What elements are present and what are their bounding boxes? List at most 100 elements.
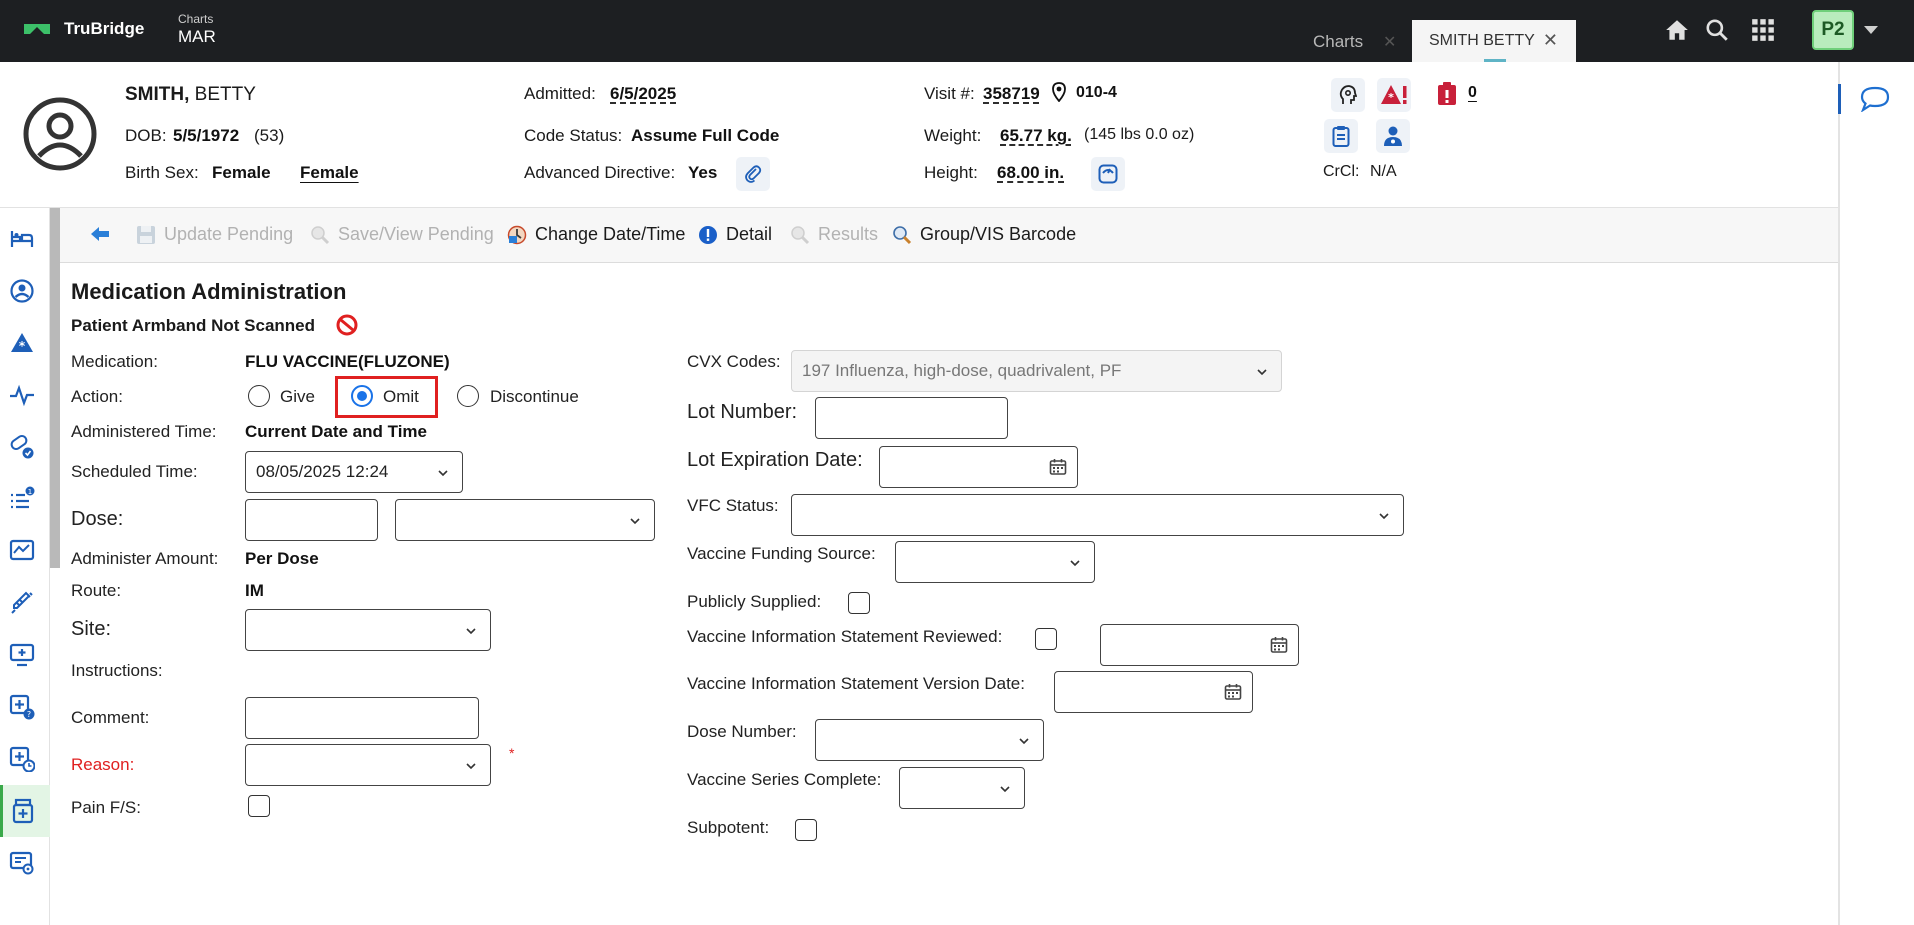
care-team-button[interactable] <box>1376 119 1410 153</box>
close-icon[interactable]: ✕ <box>1383 32 1396 52</box>
save-view-pending-button[interactable]: Save/View Pending <box>310 224 494 245</box>
back-button[interactable] <box>90 224 110 244</box>
nav-alerts[interactable]: * <box>0 317 50 369</box>
code-status-label: Code Status: <box>524 126 623 145</box>
vis-reviewed-date-input[interactable] <box>1100 624 1299 666</box>
action-discontinue-label[interactable]: Discontinue <box>490 387 579 407</box>
calendar-clock-icon <box>507 225 527 244</box>
crcl-label: CrCl: <box>1323 163 1360 180</box>
monitor-plus-icon <box>9 643 35 667</box>
brand-name: TruBridge <box>64 19 145 38</box>
cvx-codes-label: CVX Codes: <box>687 352 781 371</box>
scheduled-time-select[interactable]: 08/05/2025 12:24 <box>245 451 463 493</box>
nav-orders[interactable]: 1 <box>0 473 50 525</box>
height-value[interactable]: 68.00 in. <box>997 163 1064 183</box>
reason-select[interactable] <box>245 744 491 786</box>
lot-expiration-input[interactable] <box>879 446 1078 488</box>
action-give-label[interactable]: Give <box>280 387 315 407</box>
nav-help-order[interactable]: ? <box>0 681 50 733</box>
vis-reviewed-label: Vaccine Information Statement Reviewed: <box>687 627 1003 646</box>
group-vis-barcode-button[interactable]: Group/VIS Barcode <box>892 224 1076 245</box>
advanced-directive-label: Advanced Directive: <box>524 163 676 182</box>
chevron-down-icon <box>630 516 640 526</box>
clipboard-button[interactable] <box>1324 119 1358 153</box>
pain-checkbox[interactable] <box>248 795 270 817</box>
nav-vitals[interactable] <box>0 369 50 421</box>
not-scanned-icon <box>336 314 358 336</box>
medical-alert-icon[interactable] <box>1437 82 1457 106</box>
series-complete-select[interactable] <box>899 767 1025 809</box>
subpotent-checkbox[interactable] <box>795 819 817 841</box>
calendar-icon[interactable] <box>1270 636 1288 654</box>
nav-monitor[interactable] <box>0 629 50 681</box>
measure-button[interactable] <box>1091 157 1125 191</box>
attachment-button[interactable] <box>736 157 770 191</box>
dose-input[interactable] <box>245 499 378 541</box>
medication-label: Medication: <box>71 352 158 371</box>
results-button[interactable]: Results <box>790 224 878 245</box>
allergy-alert-button[interactable]: * <box>1377 78 1411 112</box>
pain-label: Pain F/S: <box>71 798 141 817</box>
tab-charts[interactable]: Charts ✕ <box>1300 20 1410 62</box>
vis-version-date-input[interactable] <box>1054 671 1253 713</box>
vis-reviewed-checkbox[interactable] <box>1035 628 1057 650</box>
gender-link[interactable]: Female <box>300 163 359 183</box>
search-icon[interactable] <box>1704 17 1730 43</box>
publicly-supplied-checkbox[interactable] <box>848 592 870 614</box>
medication-value: FLU VACCINE(FLUZONE) <box>245 352 450 371</box>
detail-button[interactable]: Detail <box>698 224 772 245</box>
nav-results[interactable] <box>0 525 50 577</box>
nav-medications[interactable] <box>0 421 50 473</box>
update-pending-button[interactable]: Update Pending <box>136 224 293 245</box>
bed-icon <box>10 231 34 247</box>
alert-count[interactable]: 0 <box>1468 84 1477 102</box>
comment-input[interactable] <box>245 697 479 739</box>
action-omit-label[interactable]: Omit <box>383 387 419 407</box>
apps-grid-icon[interactable] <box>1750 17 1776 43</box>
action-discontinue-radio[interactable] <box>457 385 479 407</box>
nav-mar[interactable] <box>0 785 50 837</box>
head-icon <box>1339 85 1357 104</box>
visit-label: Visit #: <box>924 84 975 103</box>
tab-patient[interactable]: SMITH BETTY ✕ <box>1412 20 1576 62</box>
patient-name: SMITH, BETTY <box>125 84 256 106</box>
route-label: Route: <box>71 581 122 600</box>
results-label: Results <box>818 224 879 244</box>
left-scrollbar[interactable] <box>50 208 60 568</box>
cognitive-alert-button[interactable] <box>1331 78 1365 112</box>
vfc-status-select[interactable] <box>791 494 1404 536</box>
calendar-icon[interactable] <box>1224 683 1242 701</box>
change-datetime-button[interactable]: Change Date/Time <box>507 224 685 245</box>
nav-patient[interactable] <box>0 265 50 317</box>
nav-billing[interactable] <box>0 837 50 889</box>
instructions-label: Instructions: <box>71 661 163 680</box>
dose-unit-select[interactable] <box>395 499 655 541</box>
admitted-value[interactable]: 6/5/2025 <box>610 84 676 104</box>
action-omit-radio[interactable] <box>351 385 373 407</box>
dose-number-select[interactable] <box>815 719 1044 761</box>
action-give-radio[interactable] <box>248 385 270 407</box>
user-menu-caret-icon[interactable] <box>1864 26 1878 34</box>
magnifier-icon <box>893 225 912 244</box>
toolbar: Update Pending Save/View Pending Change … <box>60 208 1838 263</box>
room-value: 010-4 <box>1076 84 1117 101</box>
nav-bed[interactable] <box>0 213 50 265</box>
patient-avatar-icon <box>23 97 97 171</box>
close-icon[interactable]: ✕ <box>1543 30 1558 51</box>
lot-number-input[interactable] <box>815 397 1008 439</box>
patient-first-name: BETTY <box>194 84 256 105</box>
route-value: IM <box>245 581 264 600</box>
chat-icon[interactable] <box>1860 86 1890 112</box>
nav-immunizations[interactable] <box>0 577 50 629</box>
weight-value[interactable]: 65.77 kg. <box>1000 126 1072 146</box>
user-avatar[interactable]: P2 <box>1812 10 1854 50</box>
home-icon[interactable] <box>1664 17 1690 43</box>
form-settings-icon <box>9 851 34 875</box>
doctor-icon <box>1384 126 1402 146</box>
site-select[interactable] <box>245 609 491 651</box>
calendar-icon[interactable] <box>1049 458 1067 476</box>
cvx-codes-select[interactable]: 197 Influenza, high-dose, quadrivalent, … <box>791 350 1282 392</box>
nav-schedule[interactable] <box>0 733 50 785</box>
funding-source-select[interactable] <box>895 541 1095 583</box>
visit-value[interactable]: 358719 <box>983 84 1040 104</box>
